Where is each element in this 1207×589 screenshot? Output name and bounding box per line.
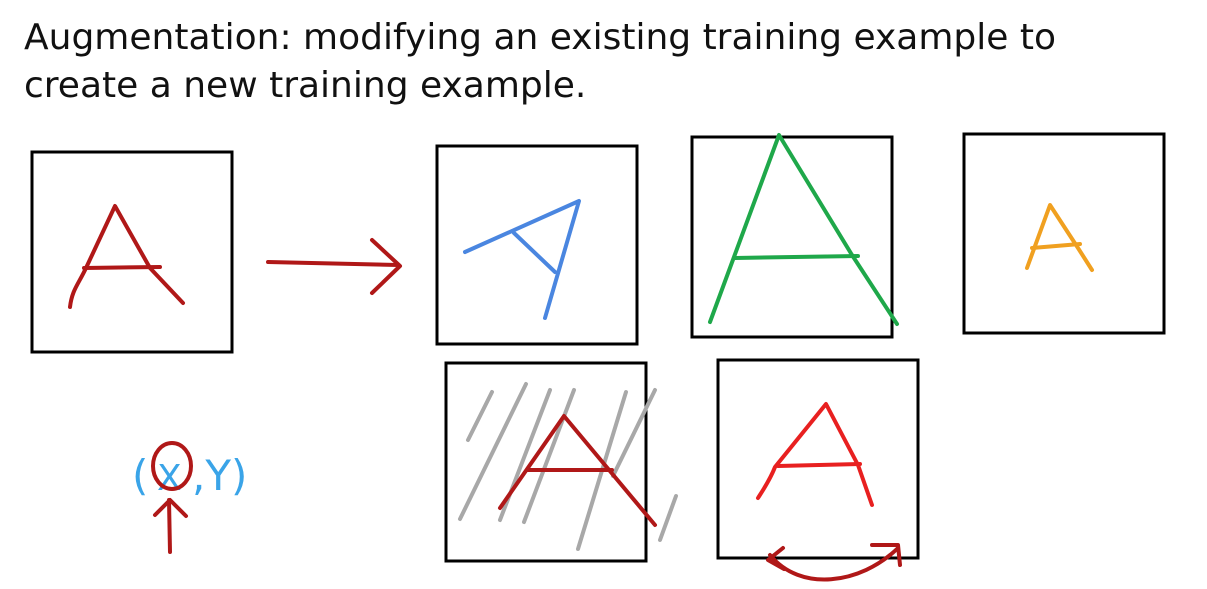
- diagram-canvas: ( X ,Y): [30, 132, 1166, 582]
- letter-a-mirrored: [756, 402, 874, 507]
- x-label: X: [157, 458, 182, 499]
- panel-rotated: [435, 144, 639, 346]
- comma-y-label: ,Y): [192, 451, 247, 500]
- panel-shrunk-frame: [962, 132, 1166, 335]
- letter-a-shrunk: [1025, 203, 1094, 272]
- up-arrow-shaft: [167, 498, 172, 554]
- xy-annotation: ( X ,Y): [132, 441, 247, 554]
- letter-a-distorted: [498, 414, 657, 527]
- panel-rotated-frame: [435, 144, 639, 346]
- panel-original-frame: [30, 150, 234, 354]
- flip-curved-arrow: [766, 543, 902, 582]
- panel-mirrored: [716, 358, 920, 582]
- letter-a-enlarged: [708, 133, 899, 326]
- panel-enlarged: [690, 133, 899, 339]
- open-paren-label: (: [132, 451, 148, 500]
- letter-a-original: [68, 204, 185, 309]
- panel-distorted: [444, 361, 678, 563]
- transform-arrow: [266, 238, 402, 295]
- panel-enlarged-frame: [690, 135, 894, 339]
- panel-original: [30, 150, 234, 354]
- panel-mirrored-frame: [716, 358, 920, 560]
- noise-lines: [458, 382, 678, 551]
- panel-shrunk: [962, 132, 1166, 335]
- letter-a-rotated: [463, 199, 581, 320]
